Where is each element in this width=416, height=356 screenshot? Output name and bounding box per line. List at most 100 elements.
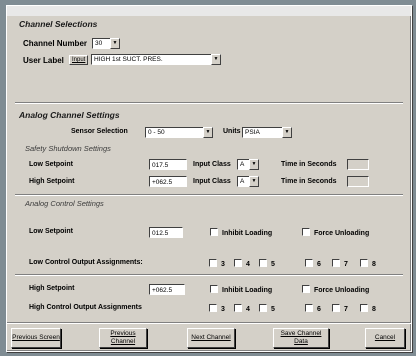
ac-low-outputs-label: Low Control Output Assignments: <box>29 259 143 266</box>
channel-number-value: 30 <box>92 38 110 49</box>
ac-low-force-unloading-checkbox[interactable]: Force Unloading <box>302 228 369 237</box>
high-output-4-checkbox[interactable]: 4 <box>234 304 250 313</box>
output-label: 7 <box>344 261 348 268</box>
divider <box>15 274 403 276</box>
high-output-5-checkbox[interactable]: 5 <box>259 304 275 313</box>
save-channel-data-button[interactable]: Save Channel Data <box>273 328 329 348</box>
ss-low-input-class-label: Input Class <box>193 161 231 168</box>
force-unloading-label: Force Unloading <box>314 230 370 237</box>
checkbox-box[interactable] <box>360 304 368 312</box>
checkbox-box[interactable] <box>332 304 340 312</box>
chevron-down-icon[interactable]: ▼ <box>249 176 259 187</box>
ss-high-setpoint-input[interactable]: +062.5 <box>149 176 187 187</box>
low-output-6-checkbox[interactable]: 6 <box>305 259 321 268</box>
output-label: 4 <box>246 261 250 268</box>
inhibit-loading-label: Inhibit Loading <box>222 230 273 237</box>
ss-low-input-class-select[interactable]: A ▼ <box>237 159 259 170</box>
ss-low-setpoint-input[interactable]: 017.5 <box>149 159 187 170</box>
high-output-8-checkbox[interactable]: 8 <box>360 304 376 313</box>
checkbox-box[interactable] <box>259 304 267 312</box>
checkbox-box[interactable] <box>209 259 217 267</box>
channel-number-label: Channel Number <box>23 39 88 48</box>
output-label: 3 <box>221 306 225 313</box>
ac-high-force-unloading-checkbox[interactable]: Force Unloading <box>302 285 369 294</box>
ss-low-input-class-value: A <box>237 159 249 170</box>
sensor-selection-value: 0 - 50 <box>145 127 203 138</box>
chevron-down-icon[interactable]: ▼ <box>211 54 221 65</box>
previous-screen-button[interactable]: Previous Screen <box>11 328 61 348</box>
checkbox-box[interactable] <box>210 228 218 236</box>
checkbox-box[interactable] <box>259 259 267 267</box>
divider <box>15 102 403 104</box>
chevron-down-icon[interactable]: ▼ <box>110 38 120 49</box>
low-output-3-checkbox[interactable]: 3 <box>209 259 225 268</box>
ac-high-setpoint-label: High Setpoint <box>29 285 75 292</box>
checkbox-box[interactable] <box>305 259 313 267</box>
next-channel-button[interactable]: Next Channel <box>187 328 235 348</box>
user-label-input-button[interactable]: Input <box>69 55 89 65</box>
ss-low-time-label: Time in Seconds <box>281 161 337 168</box>
chevron-down-icon[interactable]: ▼ <box>282 127 292 138</box>
output-label: 4 <box>246 306 250 313</box>
analog-control-title: Analog Control Settings <box>25 199 104 208</box>
output-label: 8 <box>372 261 376 268</box>
high-output-3-checkbox[interactable]: 3 <box>209 304 225 313</box>
sensor-selection-label: Sensor Selection <box>71 128 128 135</box>
ss-high-setpoint-label: High Setpoint <box>29 178 75 185</box>
high-output-6-checkbox[interactable]: 6 <box>305 304 321 313</box>
channel-settings-panel: Channel Selections Channel Number 30 ▼ U… <box>6 5 412 352</box>
ac-high-outputs-label: High Control Output Assignments <box>29 304 142 311</box>
cancel-button[interactable]: Cancel <box>365 328 405 348</box>
sensor-selection-select[interactable]: 0 - 50 ▼ <box>145 127 213 138</box>
low-output-5-checkbox[interactable]: 5 <box>259 259 275 268</box>
user-label-label: User Label <box>23 56 64 65</box>
checkbox-box[interactable] <box>234 259 242 267</box>
force-unloading-label: Force Unloading <box>314 287 370 294</box>
checkbox-box[interactable] <box>209 304 217 312</box>
ss-high-time-input[interactable] <box>347 176 369 187</box>
title-bar <box>7 6 411 16</box>
ss-high-time-label: Time in Seconds <box>281 178 337 185</box>
previous-channel-button[interactable]: Previous Channel <box>99 328 147 348</box>
divider <box>15 194 403 196</box>
divider <box>7 322 411 324</box>
low-output-7-checkbox[interactable]: 7 <box>332 259 348 268</box>
ac-low-inhibit-loading-checkbox[interactable]: Inhibit Loading <box>210 228 272 237</box>
output-label: 8 <box>372 306 376 313</box>
high-output-7-checkbox[interactable]: 7 <box>332 304 348 313</box>
user-label-select[interactable]: HIGH 1st SUCT. PRES. ▼ <box>91 54 221 65</box>
ss-high-input-class-value: A <box>237 176 249 187</box>
safety-shutdown-title: Safety Shutdown Settings <box>25 144 111 153</box>
ac-high-setpoint-input[interactable]: +062.5 <box>149 284 185 295</box>
output-label: 6 <box>317 261 321 268</box>
chevron-down-icon[interactable]: ▼ <box>203 127 213 138</box>
channel-selections-title: Channel Selections <box>19 19 98 29</box>
ac-low-setpoint-label: Low Setpoint <box>29 228 73 235</box>
inhibit-loading-label: Inhibit Loading <box>222 287 273 294</box>
checkbox-box[interactable] <box>360 259 368 267</box>
units-label: Units <box>223 128 241 135</box>
output-label: 6 <box>317 306 321 313</box>
checkbox-box[interactable] <box>305 304 313 312</box>
checkbox-box[interactable] <box>302 228 310 236</box>
output-label: 3 <box>221 261 225 268</box>
ss-high-input-class-select[interactable]: A ▼ <box>237 176 259 187</box>
channel-number-select[interactable]: 30 ▼ <box>92 38 120 49</box>
output-label: 5 <box>271 261 275 268</box>
ss-low-setpoint-label: Low Setpoint <box>29 161 73 168</box>
ss-high-input-class-label: Input Class <box>193 178 231 185</box>
checkbox-box[interactable] <box>210 285 218 293</box>
ac-low-setpoint-input[interactable]: 012.5 <box>149 227 183 238</box>
checkbox-box[interactable] <box>302 285 310 293</box>
units-select[interactable]: PSIA ▼ <box>242 127 292 138</box>
analog-settings-title: Analog Channel Settings <box>19 110 120 120</box>
output-label: 5 <box>271 306 275 313</box>
chevron-down-icon[interactable]: ▼ <box>249 159 259 170</box>
checkbox-box[interactable] <box>332 259 340 267</box>
ss-low-time-input[interactable] <box>347 159 369 170</box>
checkbox-box[interactable] <box>234 304 242 312</box>
low-output-8-checkbox[interactable]: 8 <box>360 259 376 268</box>
output-label: 7 <box>344 306 348 313</box>
low-output-4-checkbox[interactable]: 4 <box>234 259 250 268</box>
ac-high-inhibit-loading-checkbox[interactable]: Inhibit Loading <box>210 285 272 294</box>
